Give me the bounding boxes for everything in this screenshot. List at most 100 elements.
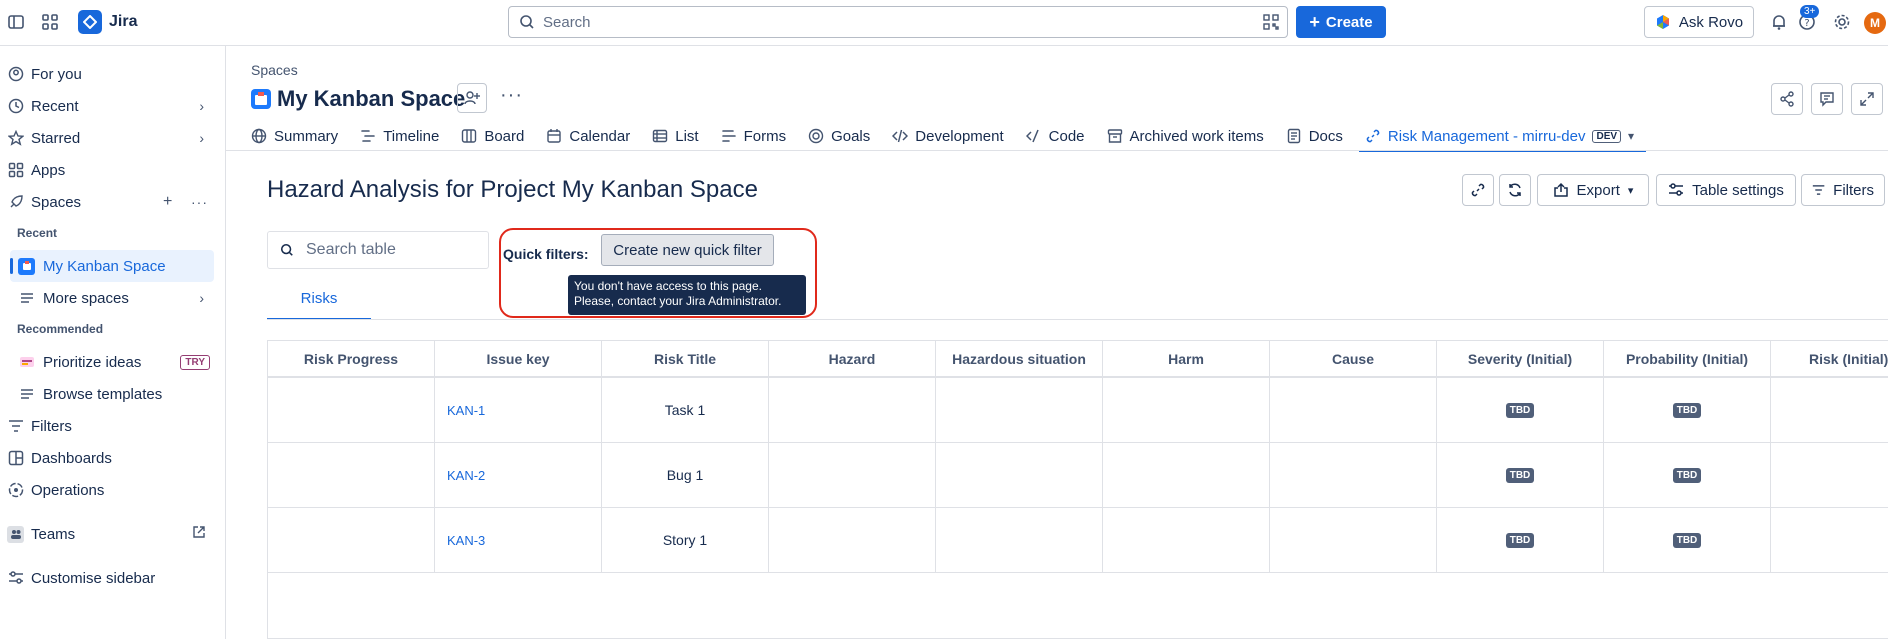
filter-icon xyxy=(7,418,24,435)
sidebar-item-my-kanban-space[interactable]: My Kanban Space xyxy=(0,250,226,282)
sidebar-item-for-you[interactable]: For you xyxy=(0,58,226,90)
export-button[interactable]: Export ▾ xyxy=(1537,174,1649,206)
tab-code[interactable]: Code xyxy=(1025,121,1085,151)
sidebar-item-teams[interactable]: Teams xyxy=(0,518,226,550)
more-options-icon[interactable]: ··· xyxy=(191,194,208,210)
column-header[interactable]: Probability (Initial) xyxy=(1604,341,1771,376)
column-header[interactable]: Severity (Initial) xyxy=(1437,341,1604,376)
table-settings-button[interactable]: Table settings xyxy=(1656,174,1796,206)
column-header[interactable]: Issue key xyxy=(435,341,602,376)
chevron-right-icon[interactable]: › xyxy=(199,130,204,146)
chevron-right-icon[interactable]: › xyxy=(199,98,204,114)
add-space-plus-icon[interactable]: + xyxy=(163,193,172,211)
development-icon xyxy=(892,129,909,143)
column-header[interactable]: Risk Title xyxy=(602,341,769,376)
avatar[interactable]: M xyxy=(1864,12,1886,34)
sidebar-item-dashboards[interactable]: Dashboards xyxy=(0,442,226,474)
sidebar-item-browse-templates[interactable]: Browse templates xyxy=(0,378,226,410)
sidebar-item-spaces[interactable]: Spaces + ··· xyxy=(0,186,226,218)
tab-forms[interactable]: Forms xyxy=(721,121,787,151)
table-row[interactable]: KAN-3 Story 1 TBD TBD xyxy=(268,508,1888,573)
column-header[interactable]: Hazard xyxy=(769,341,936,376)
hazardous-situation-cell xyxy=(936,508,1103,572)
plus-icon: + xyxy=(1309,12,1320,32)
sidebar-item-customise-sidebar[interactable]: Customise sidebar xyxy=(0,562,226,594)
more-actions-icon[interactable]: ··· xyxy=(500,84,523,107)
tab-risks[interactable]: Risks xyxy=(267,290,371,320)
tab-label: Risk Management - mirru-dev xyxy=(1387,127,1586,145)
space-avatar-icon xyxy=(18,257,35,275)
ideas-icon xyxy=(18,354,35,371)
sidebar-item-label: Operations xyxy=(31,481,105,499)
sidebar-item-starred[interactable]: Starred › xyxy=(0,122,226,154)
sidebar-item-operations[interactable]: Operations xyxy=(0,474,226,506)
tab-docs[interactable]: Docs xyxy=(1286,121,1343,151)
sidebar-item-label: Filters xyxy=(31,417,72,435)
column-header[interactable]: Risk (Initial) xyxy=(1771,341,1888,376)
tab-calendar[interactable]: Calendar xyxy=(546,121,630,151)
issue-key-link[interactable]: KAN-2 xyxy=(435,443,602,507)
external-link-icon[interactable] xyxy=(192,525,206,543)
sidebar-item-apps[interactable]: Apps xyxy=(0,154,226,186)
tab-summary[interactable]: Summary xyxy=(251,121,338,151)
issue-key-link[interactable]: KAN-3 xyxy=(435,508,602,572)
tab-board[interactable]: Board xyxy=(461,121,524,151)
tab-label: Forms xyxy=(743,127,787,145)
tab-list[interactable]: List xyxy=(652,121,699,151)
global-search[interactable] xyxy=(508,6,1288,38)
refresh-icon xyxy=(1509,183,1521,197)
tab-development[interactable]: Development xyxy=(892,121,1004,151)
breadcrumb[interactable]: Spaces xyxy=(251,62,298,78)
apps-icon xyxy=(7,162,24,179)
column-header[interactable]: Harm xyxy=(1103,341,1270,376)
tab-goals[interactable]: Goals xyxy=(808,121,870,151)
create-quick-filter-button[interactable]: Create new quick filter xyxy=(601,234,774,266)
search-input[interactable] xyxy=(543,13,1243,31)
ask-rovo-button[interactable]: Ask Rovo xyxy=(1644,6,1754,38)
sidebar-item-label: Apps xyxy=(31,161,66,179)
app-switcher-icon[interactable] xyxy=(40,12,60,32)
tab-risk-management[interactable]: Risk Management - mirru-dev DEV ▾ xyxy=(1358,121,1647,152)
sidebar-item-recent[interactable]: Recent › xyxy=(0,90,226,122)
forms-icon xyxy=(721,130,736,142)
copy-link-button[interactable] xyxy=(1462,174,1494,206)
chevron-right-icon[interactable]: › xyxy=(199,290,204,306)
refresh-button[interactable] xyxy=(1499,174,1531,206)
table-search-input[interactable] xyxy=(306,241,476,259)
tab-label: Calendar xyxy=(569,127,631,145)
chevron-down-icon[interactable]: ▾ xyxy=(1628,129,1634,143)
sidebar-toggle-icon[interactable] xyxy=(6,12,26,32)
tab-archived-work-items[interactable]: Archived work items xyxy=(1107,121,1264,151)
try-badge: TRY xyxy=(180,354,210,370)
create-button[interactable]: + Create xyxy=(1296,6,1386,38)
add-people-button[interactable] xyxy=(457,83,487,113)
table-row[interactable]: KAN-2 Bug 1 TBD TBD xyxy=(268,443,1888,508)
tab-label: Summary xyxy=(274,127,339,145)
feedback-button[interactable] xyxy=(1811,83,1843,115)
issue-key-link[interactable]: KAN-1 xyxy=(435,378,602,442)
fullscreen-button[interactable] xyxy=(1851,83,1883,115)
app-name[interactable]: Jira xyxy=(109,13,137,31)
column-header[interactable]: Cause xyxy=(1270,341,1437,376)
sidebar-item-filters[interactable]: Filters xyxy=(0,410,226,442)
risk-title-cell: Task 1 xyxy=(602,378,769,442)
share-button[interactable] xyxy=(1771,83,1803,115)
cause-cell xyxy=(1270,443,1437,507)
qr-scan-icon[interactable] xyxy=(1263,14,1279,35)
table-row[interactable]: KAN-1 Task 1 TBD TBD xyxy=(268,378,1888,443)
link-icon xyxy=(1471,183,1485,197)
filters-button[interactable]: Filters xyxy=(1801,174,1885,206)
column-header[interactable]: Risk Progress xyxy=(268,341,435,376)
notifications-icon[interactable] xyxy=(1769,12,1789,32)
sidebar-item-more-spaces[interactable]: More spaces › xyxy=(0,282,226,314)
column-header[interactable]: Hazardous situation xyxy=(936,341,1103,376)
jira-logo-icon[interactable] xyxy=(78,10,102,34)
sidebar-item-prioritize-ideas[interactable]: Prioritize ideas TRY xyxy=(0,346,226,378)
table-search[interactable] xyxy=(267,231,489,269)
list-lines-icon xyxy=(18,290,35,307)
tbd-badge: TBD xyxy=(1505,467,1535,483)
settings-gear-icon[interactable] xyxy=(1832,12,1852,32)
goals-icon xyxy=(808,128,824,144)
sidebar-section-recommended: Recommended xyxy=(17,322,104,336)
tab-timeline[interactable]: Timeline xyxy=(360,121,439,151)
